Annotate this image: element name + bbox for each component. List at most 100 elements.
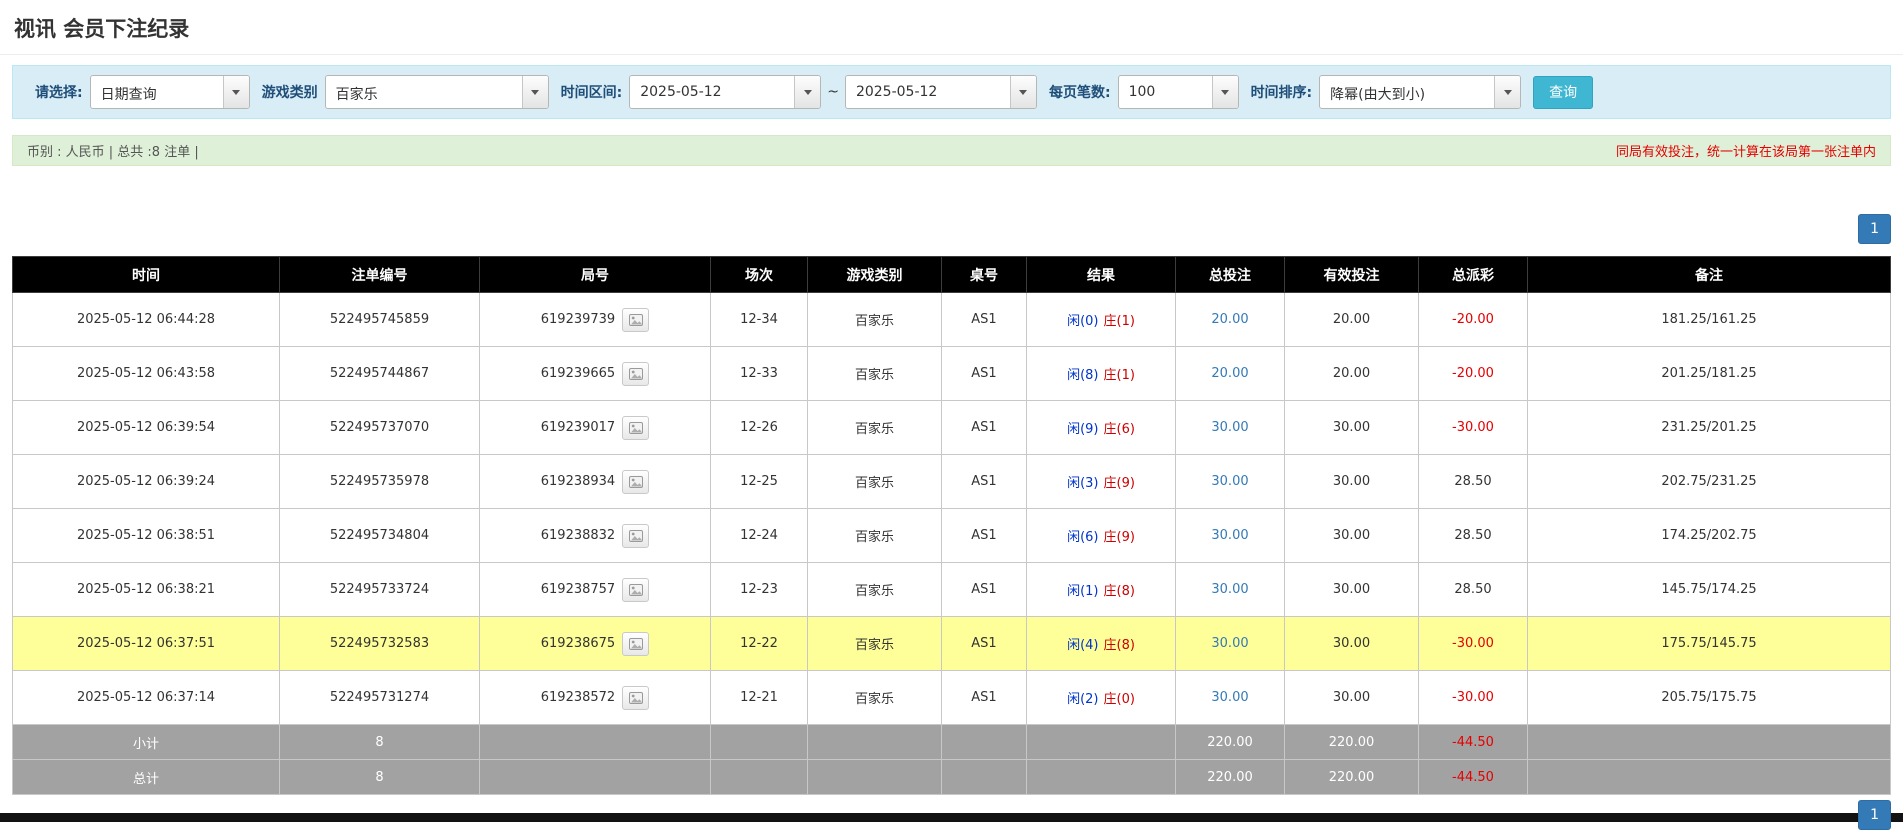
- game-type-dropdown[interactable]: 百家乐: [325, 75, 549, 109]
- view-round-result-button[interactable]: [622, 416, 649, 440]
- cell-valid-bet: 30.00: [1285, 401, 1419, 455]
- sort-order-dropdown[interactable]: 降幂(由大到小): [1319, 75, 1521, 109]
- cell-time: 2025-05-12 06:38:51: [13, 509, 280, 563]
- cell-total-bet: 30.00: [1176, 617, 1285, 671]
- cell-bet-id: 522495744867: [280, 347, 480, 401]
- cell-bet-id: 522495735978: [280, 455, 480, 509]
- round-number: 619239665: [541, 366, 615, 381]
- view-round-result-button[interactable]: [622, 578, 649, 602]
- result-player: 闲(3): [1067, 476, 1098, 491]
- result-player: 闲(4): [1067, 638, 1098, 653]
- sort-order-caret-button[interactable]: [1494, 76, 1520, 108]
- cell-table-no: AS1: [942, 509, 1027, 563]
- caret-down-icon: [531, 90, 539, 95]
- header-result: 结果: [1027, 257, 1176, 293]
- round-number: 619238757: [541, 582, 615, 597]
- round-number: 619238675: [541, 636, 615, 651]
- cell-session: 12-24: [711, 509, 808, 563]
- total-bet-link[interactable]: 30.00: [1211, 420, 1248, 435]
- cell-bet-id: 522495732583: [280, 617, 480, 671]
- result-banker: 庄(1): [1104, 314, 1135, 329]
- filter-bar: 请选择: 日期查询 游戏类别 百家乐 时间区间: 2025-05-12 ~ 20…: [12, 65, 1891, 119]
- header-time: 时间: [13, 257, 280, 293]
- page-size-value[interactable]: 100: [1119, 76, 1212, 108]
- view-round-result-button[interactable]: [622, 686, 649, 710]
- page-size-dropdown[interactable]: 100: [1118, 75, 1239, 109]
- cell-result: 闲(9)庄(6): [1027, 401, 1176, 455]
- cell-payout: 28.50: [1419, 563, 1528, 617]
- cell-time: 2025-05-12 06:37:14: [13, 671, 280, 725]
- select-type-caret-button[interactable]: [223, 76, 249, 108]
- date-to-caret-button[interactable]: [1010, 76, 1036, 108]
- total-total-bet: 220.00: [1176, 760, 1285, 795]
- round-number: 619238832: [541, 528, 615, 543]
- table-row: 2025-05-12 06:44:28 522495745859 6192397…: [13, 293, 1891, 347]
- date-from-value[interactable]: 2025-05-12: [630, 76, 794, 108]
- cell-bet-id: 522495737070: [280, 401, 480, 455]
- header-game-type: 游戏类别: [808, 257, 942, 293]
- cell-bet-id: 522495734804: [280, 509, 480, 563]
- cell-session: 12-22: [711, 617, 808, 671]
- result-banker: 庄(6): [1104, 422, 1135, 437]
- header-table-no: 桌号: [942, 257, 1027, 293]
- date-to-dropdown[interactable]: 2025-05-12: [845, 75, 1037, 109]
- pagination-bottom-page-1-button[interactable]: 1: [1858, 800, 1891, 830]
- cell-round: 619239739: [480, 293, 711, 347]
- cell-time: 2025-05-12 06:44:28: [13, 293, 280, 347]
- cell-table-no: AS1: [942, 401, 1027, 455]
- result-player: 闲(8): [1067, 368, 1098, 383]
- total-bet-link[interactable]: 30.00: [1211, 636, 1248, 651]
- total-bet-link[interactable]: 30.00: [1211, 528, 1248, 543]
- cell-time: 2025-05-12 06:37:51: [13, 617, 280, 671]
- cell-session: 12-21: [711, 671, 808, 725]
- total-bet-link[interactable]: 30.00: [1211, 690, 1248, 705]
- header-payout: 总派彩: [1419, 257, 1528, 293]
- cell-total-bet: 30.00: [1176, 455, 1285, 509]
- select-type-value[interactable]: 日期查询: [91, 76, 223, 108]
- total-bet-link[interactable]: 20.00: [1211, 366, 1248, 381]
- date-from-caret-button[interactable]: [794, 76, 820, 108]
- cell-game-type: 百家乐: [808, 509, 942, 563]
- cell-valid-bet: 20.00: [1285, 347, 1419, 401]
- cell-round: 619238934: [480, 455, 711, 509]
- view-round-result-button[interactable]: [622, 632, 649, 656]
- search-button[interactable]: 查询: [1533, 76, 1593, 109]
- footer-bar: [0, 813, 1903, 822]
- cell-remark: 175.75/145.75: [1528, 617, 1891, 671]
- total-label: 总计: [13, 760, 280, 795]
- cell-remark: 202.75/231.25: [1528, 455, 1891, 509]
- pagination-page-1-button[interactable]: 1: [1858, 214, 1891, 244]
- game-type-value[interactable]: 百家乐: [326, 76, 522, 108]
- total-bet-link[interactable]: 20.00: [1211, 312, 1248, 327]
- date-to-value[interactable]: 2025-05-12: [846, 76, 1010, 108]
- cell-payout: -20.00: [1419, 347, 1528, 401]
- date-from-dropdown[interactable]: 2025-05-12: [629, 75, 821, 109]
- table-row-highlighted: 2025-05-12 06:37:51 522495732583 6192386…: [13, 617, 1891, 671]
- total-count: 8: [280, 760, 480, 795]
- cell-remark: 145.75/174.25: [1528, 563, 1891, 617]
- view-round-result-button[interactable]: [622, 362, 649, 386]
- select-type-dropdown[interactable]: 日期查询: [90, 75, 250, 109]
- result-banker: 庄(1): [1104, 368, 1135, 383]
- result-player: 闲(6): [1067, 530, 1098, 545]
- page-size-caret-button[interactable]: [1212, 76, 1238, 108]
- view-round-result-button[interactable]: [622, 524, 649, 548]
- currency-total-text: 币别 : 人民币 | 总共 :8 注单 |: [27, 141, 199, 160]
- game-type-label: 游戏类别: [262, 82, 318, 102]
- cell-game-type: 百家乐: [808, 401, 942, 455]
- header-valid-bet: 有效投注: [1285, 257, 1419, 293]
- sort-order-value[interactable]: 降幂(由大到小): [1320, 76, 1494, 108]
- game-type-caret-button[interactable]: [522, 76, 548, 108]
- total-bet-link[interactable]: 30.00: [1211, 474, 1248, 489]
- subtotal-payout: -44.50: [1419, 725, 1528, 760]
- result-banker: 庄(8): [1104, 584, 1135, 599]
- total-bet-link[interactable]: 30.00: [1211, 582, 1248, 597]
- view-round-result-button[interactable]: [622, 308, 649, 332]
- caret-down-icon: [1221, 90, 1229, 95]
- cell-valid-bet: 30.00: [1285, 563, 1419, 617]
- round-result-icon: [629, 476, 643, 488]
- header-bet-id: 注单编号: [280, 257, 480, 293]
- subtotal-label: 小计: [13, 725, 280, 760]
- view-round-result-button[interactable]: [622, 470, 649, 494]
- cell-total-bet: 30.00: [1176, 509, 1285, 563]
